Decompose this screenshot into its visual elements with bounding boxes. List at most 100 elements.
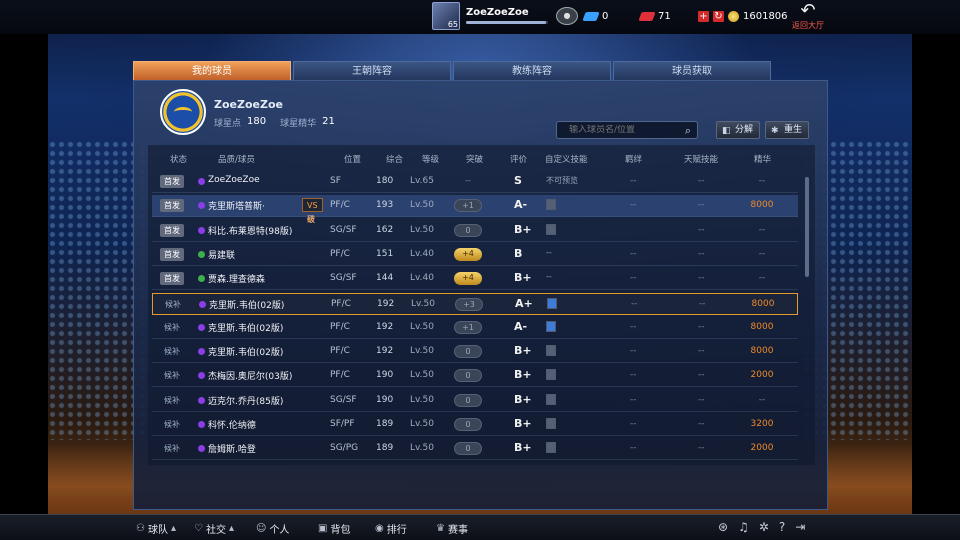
nav-team[interactable]: ⚇ 球队 ▴	[136, 521, 176, 536]
player-grade: B	[514, 246, 523, 260]
player-overall: 180	[376, 176, 394, 186]
player-name[interactable]: 克里斯.韦伯(02版)	[209, 298, 284, 311]
player-essence: --	[758, 176, 766, 186]
back-to-lobby-button[interactable]: ↶ 返回大厅	[790, 2, 826, 32]
skill-slot-icon[interactable]	[546, 345, 556, 357]
player-name[interactable]: 克里斯.韦伯(02版)	[208, 345, 283, 358]
nav-events[interactable]: ♛ 赛事	[436, 521, 468, 536]
player-grade: A+	[515, 296, 533, 310]
table-row[interactable]: 首发 ZoeZoeZoe SF 180 Lv.65 -- S 不可预览 -- -- --	[152, 171, 798, 193]
owner-stats: 球星点 180 球星精华 21	[214, 116, 343, 129]
coin-icon	[728, 11, 739, 22]
table-row[interactable]: 候补 詹姆斯.哈登 SG/PG 189 Lv.50 0 B+ -- -- 2000	[152, 438, 798, 461]
player-name[interactable]: 科怀.伦纳德	[208, 418, 256, 431]
player-overall: 192	[377, 298, 395, 309]
player-level: Lv.65	[410, 176, 434, 186]
breakthrough-badge: 0	[454, 369, 482, 383]
nav-backpack[interactable]: ▣ 背包	[318, 521, 350, 536]
quality-dot-icon	[199, 300, 206, 308]
xp-bar-fill	[466, 21, 547, 24]
quality-dot-icon	[198, 348, 205, 356]
quality-dot-icon	[198, 372, 205, 380]
exit-icon[interactable]: ⇥	[795, 520, 805, 534]
search-icon[interactable]: ⌕	[685, 124, 691, 138]
table-row[interactable]: 首发 科比.布莱恩特(98版) SG/SF 162 Lv.50 0 B+ -- --	[152, 220, 798, 242]
table-row[interactable]: 首发 贾森.理查德森 SG/SF 144 Lv.40 +4 B+ -- -- -- --	[152, 268, 798, 291]
settings-icon[interactable]: ✲	[759, 520, 769, 534]
player-essence: --	[758, 224, 766, 235]
player-talent: --	[698, 176, 705, 186]
quality-dot-icon	[198, 275, 205, 283]
table-row[interactable]: 候补 迈克尔.乔丹(85版) SG/SF 190 Lv.50 0 B+ -- -- --	[152, 390, 798, 412]
tab-coach-lineup[interactable]: 教练阵容	[453, 61, 611, 80]
help-icon[interactable]: ?	[779, 520, 785, 534]
player-name[interactable]: 科比.布莱恩特(98版)	[208, 224, 292, 237]
tab-my-players[interactable]: 我的球员	[133, 61, 291, 80]
player-talent: --	[698, 321, 705, 332]
player-bond: --	[630, 346, 637, 357]
player-name[interactable]: 克里斯.韦伯(02版)	[208, 321, 283, 334]
skill-slot-icon[interactable]	[546, 418, 556, 429]
player-name[interactable]: 贾森.理查德森	[208, 272, 265, 285]
player-grade: A-	[514, 319, 528, 333]
player-level: Lv.50	[411, 298, 435, 309]
player-name[interactable]: 杰梅因.奥尼尔(03版)	[208, 369, 292, 382]
skill-slot-icon[interactable]	[546, 442, 556, 454]
status-badge: 候补	[164, 444, 180, 454]
skill-slot-icon[interactable]	[546, 199, 556, 211]
player-name[interactable]: 克里斯塔普斯·	[208, 199, 265, 212]
table-row[interactable]: 候补 克里斯.韦伯(02版) PF/C 192 Lv.50 0 B+ -- -- 8000	[152, 341, 798, 364]
player-grade: B+	[514, 344, 532, 358]
table-scrollbar[interactable]	[805, 177, 809, 277]
exchange-icon[interactable]: ↻	[713, 11, 724, 22]
player-bond: --	[630, 443, 637, 454]
gems-stat[interactable]: 0	[582, 11, 608, 22]
table-row[interactable]: 候补 克里斯.韦伯(02版) PF/C 192 Lv.50 +1 A- -- -- 8000	[152, 317, 798, 339]
player-essence: 8000	[751, 298, 775, 309]
search-input[interactable]	[569, 125, 679, 135]
tab-player-acquire[interactable]: 球员获取	[613, 61, 771, 80]
player-avatar[interactable]: 65	[432, 2, 460, 30]
owner-name: ZoeZoeZoe	[214, 98, 283, 111]
tab-dynasty-lineup[interactable]: 王朝阵容	[293, 61, 451, 80]
nav-social[interactable]: ♡ 社交 ▴	[194, 521, 234, 536]
table-row[interactable]: 首发克里斯塔普斯·PF/C193Lv.50+1A-----8000i升级突破VS	[152, 195, 798, 224]
skill-slot-icon[interactable]	[547, 297, 557, 309]
team-emblem-icon[interactable]: ●	[556, 7, 578, 25]
player-name[interactable]: ZoeZoeZoe	[208, 175, 260, 185]
table-row[interactable]: 候补 杰梅因.奥尼尔(03版) PF/C 190 Lv.50 0 B+ -- -- 2000	[152, 365, 798, 388]
table-row[interactable]: 候补 克里斯.韦伯(02版) PF/C 192 Lv.50 +3 A+ -- -- 8000	[152, 292, 798, 315]
add-currency-icon[interactable]: +	[698, 11, 709, 22]
player-talent: --	[698, 200, 705, 211]
player-name[interactable]: 易建联	[208, 248, 235, 261]
rebirth-button[interactable]: ✱ 重生	[765, 121, 810, 139]
music-icon[interactable]: ♫	[738, 520, 749, 534]
player-essence: --	[758, 248, 766, 259]
person-icon: ⚇	[136, 523, 145, 534]
skill-slot-icon[interactable]	[546, 320, 556, 332]
community-icon[interactable]: ⊛	[718, 520, 728, 534]
coins-stat[interactable]: + ↻ 1601806	[698, 11, 788, 22]
player-name[interactable]: 迈克尔.乔丹(85版)	[208, 394, 283, 407]
player-level: Lv.40	[410, 273, 434, 284]
vs-button[interactable]: VS	[302, 198, 323, 213]
skill-slot-icon[interactable]	[546, 393, 556, 405]
decompose-button[interactable]: ◧ 分解	[716, 121, 761, 139]
table-row[interactable]: 候补 科怀.伦纳德 SF/PF 189 Lv.50 0 B+ -- -- 3200	[152, 414, 798, 436]
nav-ranking[interactable]: ◉ 排行	[375, 521, 407, 536]
tickets-count: 71	[658, 11, 671, 22]
player-grade: B+	[514, 222, 532, 236]
player-level: Lv.40	[410, 248, 434, 259]
points-value: 180	[247, 116, 267, 127]
player-level: Lv.50	[410, 224, 434, 235]
tickets-stat[interactable]: 71	[638, 11, 671, 22]
skill-slot-icon[interactable]	[546, 223, 556, 235]
col-overall: 综合	[386, 155, 404, 165]
skill-slot-icon[interactable]	[546, 369, 556, 381]
player-position: SF/PF	[330, 419, 355, 429]
player-essence: 2000	[750, 370, 774, 381]
table-row[interactable]: 首发 易建联 PF/C 151 Lv.40 +4 B -- -- -- --	[152, 244, 798, 266]
breakthrough-badge: 0	[454, 418, 482, 431]
nav-profile[interactable]: ☺ 个人	[256, 521, 289, 536]
player-name[interactable]: 詹姆斯.哈登	[208, 442, 256, 455]
